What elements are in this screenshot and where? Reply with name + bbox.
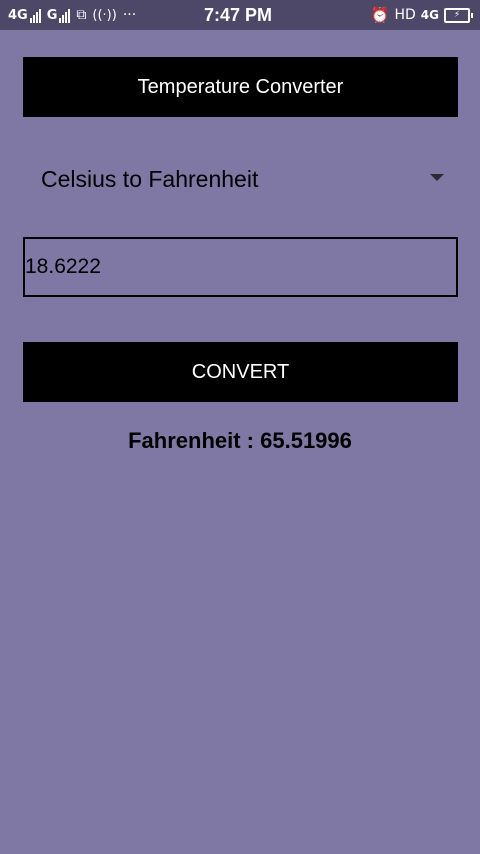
convert-button[interactable]: CONVERT [23,342,458,402]
signal-4g-indicator-right: 4G [420,8,439,22]
conversion-type-spinner[interactable]: Celsius to Fahrenheit [23,150,458,208]
result-text: Fahrenheit : 65.51996 [128,428,352,453]
temperature-input[interactable] [23,237,458,297]
app-title: Temperature Converter [23,57,458,117]
screenshot-icon: ⧉ [76,7,87,23]
status-bar-left: 4G G ⧉ ((·)) ··· [8,0,136,30]
battery-charging-icon: ⚡ [444,7,473,23]
signal-bars-icon [29,8,41,23]
hotspot-icon: ((·)) [92,7,117,23]
signal-4g-indicator: 4G [8,8,41,23]
hd-indicator: HD [394,7,416,23]
status-bar-right: ⏰ HD 4G ⚡ [370,0,473,30]
signal-bars-icon [59,8,71,23]
status-bar: 4G G ⧉ ((·)) ··· 7:47 PM ⏰ HD 4G ⚡ [0,0,480,30]
dropdown-arrow-icon [430,174,444,181]
more-notifications-icon: ··· [122,7,137,23]
alarm-icon: ⏰ [370,6,390,24]
signal-g-indicator: G [47,8,71,23]
spinner-selected-label: Celsius to Fahrenheit [41,165,259,192]
status-bar-time: 7:47 PM [204,4,273,25]
